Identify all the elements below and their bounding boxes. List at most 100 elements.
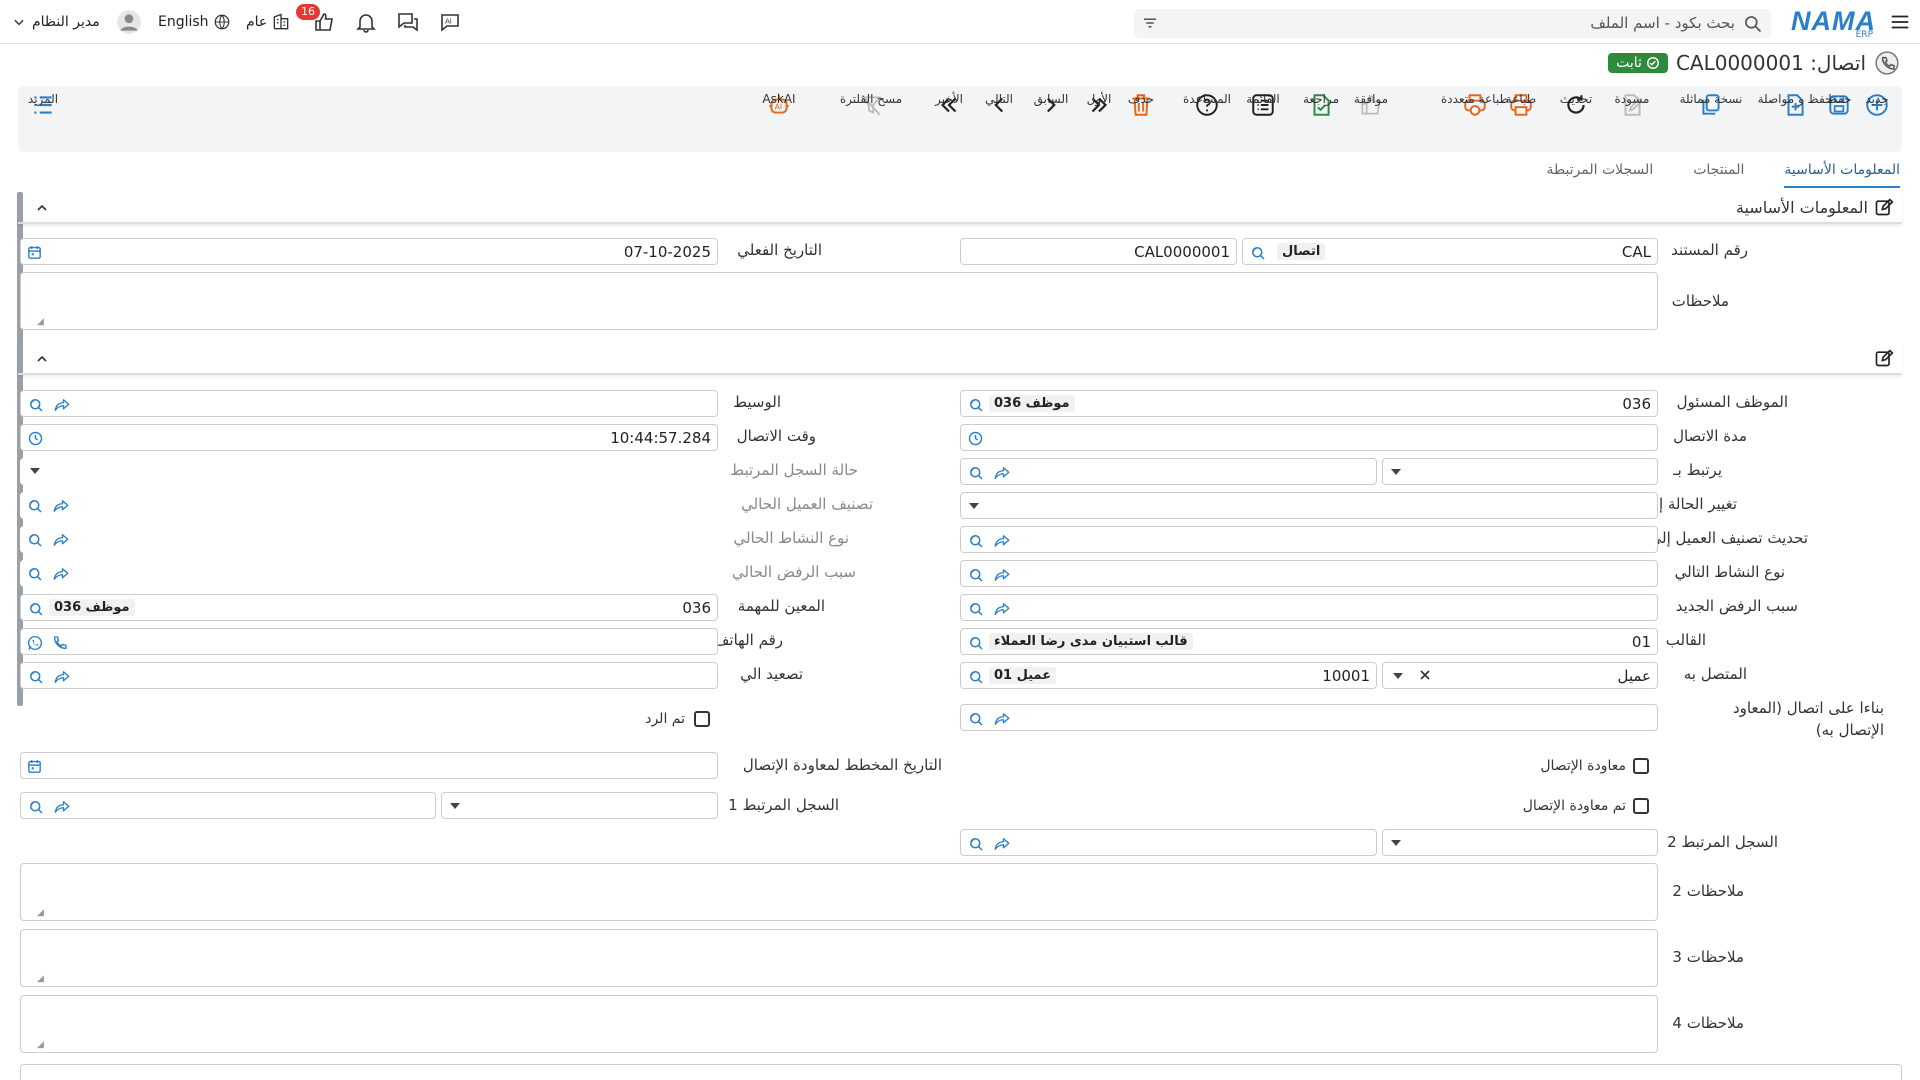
notes2-textarea[interactable]: ◢	[20, 863, 1658, 921]
section-basic-info-header[interactable]: المعلومات الأساسية	[18, 192, 1902, 224]
menu-icon[interactable]	[1888, 10, 1912, 34]
related-to-dropdown[interactable]	[1382, 458, 1658, 485]
search-refresh-icon[interactable]	[967, 464, 985, 482]
based-on-field[interactable]	[960, 704, 1658, 731]
tab-basic-info[interactable]: المعلومات الأساسية	[1784, 158, 1900, 188]
chevron-up-icon[interactable]	[34, 200, 50, 216]
share-icon[interactable]	[53, 798, 71, 816]
search-refresh-icon[interactable]	[967, 532, 985, 550]
search-refresh-icon[interactable]	[967, 634, 985, 652]
planned-date-field[interactable]	[20, 752, 718, 779]
share-icon[interactable]	[993, 566, 1011, 584]
callback-checkbox[interactable]	[1633, 758, 1649, 774]
logo[interactable]: NAMA ERP	[1791, 6, 1875, 40]
draft-button[interactable]: مسودة	[1615, 92, 1649, 118]
share-icon[interactable]	[993, 464, 1011, 482]
print-button[interactable]: طباعة	[1506, 92, 1536, 118]
refresh-button[interactable]: تحديث	[1560, 92, 1592, 118]
ai-chat-icon[interactable]: AI	[438, 0, 462, 44]
contact-field[interactable]: 10001 عميل 01	[960, 662, 1377, 689]
search-refresh-icon[interactable]	[27, 668, 45, 686]
askai-button[interactable]: AI AskAI	[762, 92, 796, 118]
tab-related-records[interactable]: السجلات المرتبطة	[1546, 158, 1653, 188]
actual-date-field[interactable]: 07-10-2025	[20, 238, 718, 265]
change-status-dropdown[interactable]	[960, 492, 1658, 519]
duplicate-button[interactable]: نسخة مماثلة	[1680, 92, 1742, 118]
multi-print-button[interactable]: طباعة متعددة	[1441, 92, 1509, 118]
calendar-icon[interactable]	[26, 244, 43, 261]
search-refresh-icon[interactable]	[1249, 244, 1267, 262]
search-refresh-icon[interactable]	[26, 531, 44, 549]
search-refresh-icon[interactable]	[26, 497, 44, 515]
search-refresh-icon[interactable]	[27, 600, 45, 618]
search-refresh-icon[interactable]	[967, 396, 985, 414]
delete-button[interactable]: حذف	[1128, 92, 1154, 118]
whatsapp-icon[interactable]	[26, 634, 44, 652]
caret-down-icon[interactable]	[1393, 673, 1403, 679]
related2-field[interactable]	[960, 829, 1377, 856]
language-selector[interactable]: English	[158, 0, 231, 44]
review-button[interactable]: مراجعة	[1303, 92, 1339, 118]
more-button[interactable]: المزيد	[28, 92, 58, 118]
search-refresh-icon[interactable]	[967, 710, 985, 728]
previous-button[interactable]: السابق	[1034, 92, 1068, 118]
related1-dropdown[interactable]	[441, 792, 718, 819]
notes4-textarea[interactable]: ◢	[20, 995, 1658, 1053]
branch-selector[interactable]: عام	[246, 0, 291, 44]
next-button[interactable]: التالي	[985, 92, 1013, 118]
search-refresh-icon[interactable]	[27, 798, 45, 816]
filter-icon[interactable]	[1141, 14, 1159, 32]
edit-icon[interactable]	[1874, 348, 1894, 368]
related1-field[interactable]	[20, 792, 436, 819]
search-refresh-icon[interactable]	[27, 396, 45, 414]
search-refresh-icon[interactable]	[967, 668, 985, 686]
responsible-field[interactable]: 036 موظف 036	[960, 390, 1658, 417]
phone-call-icon[interactable]	[51, 634, 69, 652]
next-activity-field[interactable]	[960, 560, 1658, 587]
approve-button[interactable]: موافقة	[1354, 92, 1388, 118]
search-refresh-icon[interactable]	[967, 566, 985, 584]
search-refresh-icon[interactable]	[967, 600, 985, 618]
search-refresh-icon[interactable]	[26, 565, 44, 583]
related-status-dropdown[interactable]	[20, 458, 718, 485]
assignee-field[interactable]: 036 موظف 036	[20, 594, 718, 621]
close-icon[interactable]	[1417, 667, 1433, 683]
new-reject-field[interactable]	[960, 594, 1658, 621]
section-details-header[interactable]	[18, 343, 1902, 375]
related-to-record-field[interactable]	[960, 458, 1377, 485]
chevron-up-icon[interactable]	[34, 351, 50, 367]
contact-type-field[interactable]: عميل	[1382, 662, 1658, 689]
clock-icon[interactable]	[27, 430, 44, 447]
share-icon[interactable]	[52, 565, 70, 583]
share-icon[interactable]	[53, 396, 71, 414]
user-menu[interactable]: مدير النظام	[12, 0, 142, 44]
call-time-field[interactable]: 10:44:57.284	[20, 424, 718, 451]
search-box[interactable]: بحث بكود - اسم الملف	[1134, 9, 1771, 38]
share-icon[interactable]	[993, 710, 1011, 728]
clock-icon[interactable]	[967, 430, 984, 447]
last-button[interactable]: الأخير	[935, 92, 963, 118]
new-button[interactable]: جديد	[1864, 92, 1890, 118]
list-button[interactable]: القائمة	[1246, 92, 1280, 118]
bell-icon[interactable]	[354, 0, 378, 44]
calendar-icon[interactable]	[26, 758, 43, 775]
share-icon[interactable]	[53, 668, 71, 686]
replied-checkbox[interactable]	[694, 711, 710, 727]
share-icon[interactable]	[993, 600, 1011, 618]
share-icon[interactable]	[993, 532, 1011, 550]
mediator-field[interactable]	[20, 390, 718, 417]
doc-code-field[interactable]: CAL0000001	[960, 238, 1237, 265]
template-field[interactable]: 01 قالب استبيان مدى رضا العملاء	[960, 628, 1658, 655]
help-button[interactable]: المساعدة	[1183, 92, 1231, 118]
update-class-field[interactable]	[960, 526, 1658, 553]
related2-dropdown[interactable]	[1382, 829, 1658, 856]
called-back-checkbox[interactable]	[1633, 798, 1649, 814]
doc-prefix-field[interactable]: CAL اتصال	[1242, 238, 1658, 265]
share-icon[interactable]	[52, 531, 70, 549]
phone-field[interactable]	[20, 628, 718, 655]
messages-icon[interactable]	[396, 0, 420, 44]
tab-products[interactable]: المنتجات	[1693, 158, 1744, 188]
notes-textarea[interactable]: ◢	[20, 272, 1658, 330]
notes3-textarea[interactable]: ◢	[20, 929, 1658, 987]
escalate-field[interactable]	[20, 662, 718, 689]
